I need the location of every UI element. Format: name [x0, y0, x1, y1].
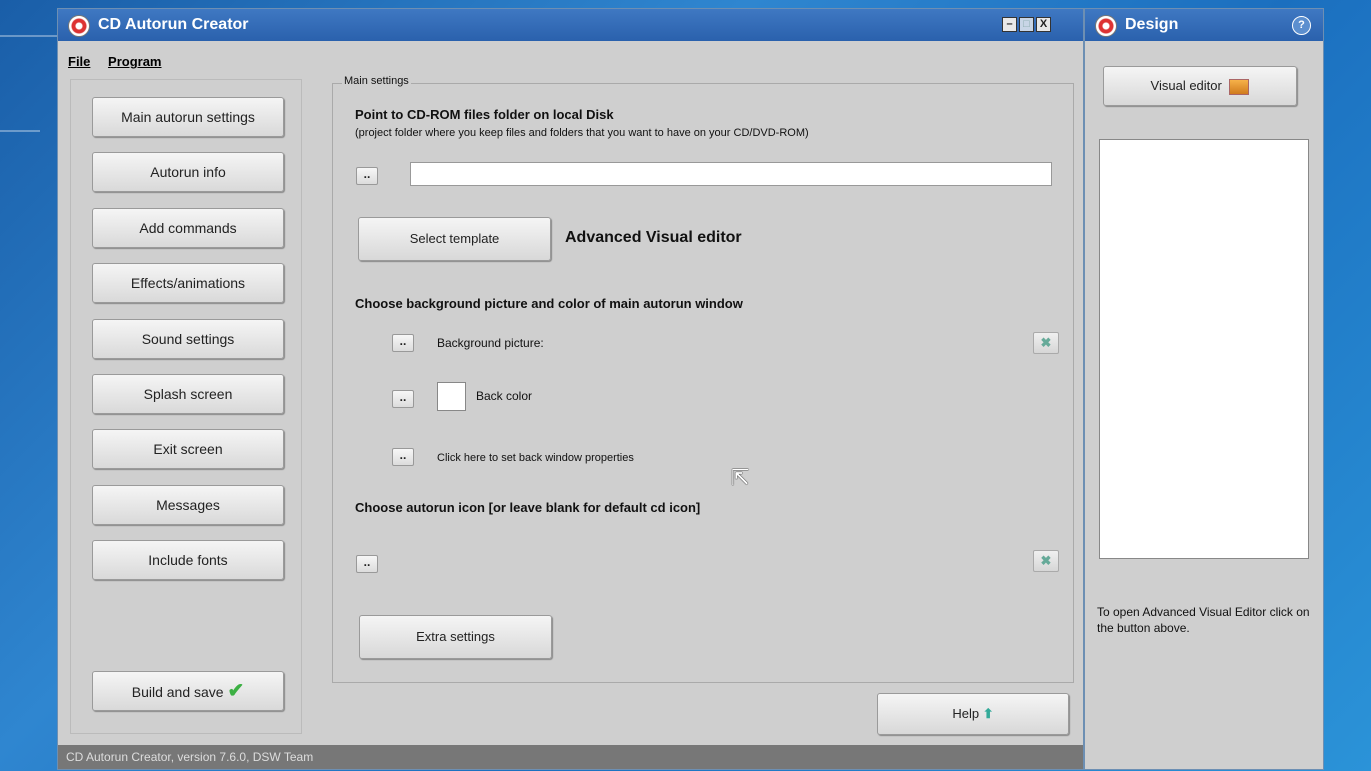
nav-add-commands[interactable]: Add commands: [92, 208, 284, 248]
help-button[interactable]: Help ⬆: [877, 693, 1069, 735]
nav-splash-screen[interactable]: Splash screen: [92, 374, 284, 414]
visual-editor-label: Visual editor: [1150, 78, 1222, 93]
title-bar[interactable]: CD Autorun Creator – □ X: [58, 9, 1083, 41]
advanced-visual-editor-label: Advanced Visual editor: [565, 229, 742, 246]
nav-main-autorun-settings[interactable]: Main autorun settings: [92, 97, 284, 137]
nav-include-fonts[interactable]: Include fonts: [92, 540, 284, 580]
icon-heading: Choose autorun icon [or leave blank for …: [355, 500, 701, 515]
design-title: Design: [1125, 16, 1179, 33]
help-question-icon[interactable]: ?: [1292, 16, 1311, 35]
select-template-button[interactable]: Select template: [358, 217, 551, 261]
main-window: CD Autorun Creator – □ X File Program Ma…: [57, 8, 1084, 770]
clear-background-button[interactable]: ✖: [1033, 332, 1059, 354]
build-and-save-label: Build and save: [131, 684, 224, 700]
nav-exit-screen[interactable]: Exit screen: [92, 429, 284, 469]
maximize-button[interactable]: □: [1019, 17, 1034, 32]
nav-sound-settings[interactable]: Sound settings: [92, 319, 284, 359]
main-settings-legend: Main settings: [342, 75, 411, 87]
nav-autorun-info[interactable]: Autorun info: [92, 152, 284, 192]
minimize-button[interactable]: –: [1002, 17, 1017, 32]
clear-icon: ✖: [1040, 553, 1052, 568]
back-color-swatch[interactable]: [437, 382, 466, 411]
status-bar: CD Autorun Creator, version 7.6.0, DSW T…: [58, 745, 1083, 769]
back-window-properties-label: Click here to set back window properties: [437, 452, 634, 464]
cd-app-icon: [68, 15, 90, 37]
clear-icon-button[interactable]: ✖: [1033, 550, 1059, 572]
back-color-button[interactable]: ..: [392, 390, 414, 408]
browse-folder-button[interactable]: ..: [356, 167, 378, 185]
close-button[interactable]: X: [1036, 17, 1051, 32]
design-title-bar: Design ?: [1085, 9, 1323, 41]
background-heading: Choose background picture and color of m…: [355, 296, 743, 311]
clear-icon: ✖: [1040, 335, 1052, 350]
design-panel: Design ? Visual editor To open Advanced …: [1084, 8, 1324, 770]
help-label: Help: [952, 706, 980, 721]
visual-editor-button[interactable]: Visual editor: [1103, 66, 1297, 106]
image-icon: [1229, 78, 1250, 95]
background-picture-label: Background picture:: [437, 336, 544, 350]
menu-file[interactable]: File: [68, 54, 90, 69]
design-hint: To open Advanced Visual Editor click on …: [1097, 605, 1310, 635]
nav-effects-animations[interactable]: Effects/animations: [92, 263, 284, 303]
folder-path-input[interactable]: [410, 162, 1052, 186]
desktop-streak: [0, 35, 60, 37]
mouse-cursor-icon: ⇱: [731, 465, 750, 490]
help-icon: ⬆: [982, 706, 994, 721]
build-and-save-button[interactable]: Build and save ✔: [92, 671, 284, 711]
desktop-streak: [0, 130, 40, 132]
folder-note: (project folder where you keep files and…: [355, 127, 809, 139]
menu-bar: File Program: [68, 54, 176, 69]
browse-icon-button[interactable]: ..: [356, 555, 378, 573]
back-window-properties-button[interactable]: ..: [392, 448, 414, 466]
nav-messages[interactable]: Messages: [92, 485, 284, 525]
window-title: CD Autorun Creator: [98, 16, 249, 33]
folder-heading: Point to CD-ROM files folder on local Di…: [355, 107, 614, 122]
cd-app-icon: [1095, 15, 1117, 37]
browse-background-button[interactable]: ..: [392, 334, 414, 352]
design-preview: [1099, 139, 1309, 559]
menu-program[interactable]: Program: [108, 54, 161, 69]
back-color-label: Back color: [476, 389, 533, 403]
extra-settings-button[interactable]: Extra settings: [359, 615, 552, 659]
check-icon: ✔: [227, 680, 245, 702]
